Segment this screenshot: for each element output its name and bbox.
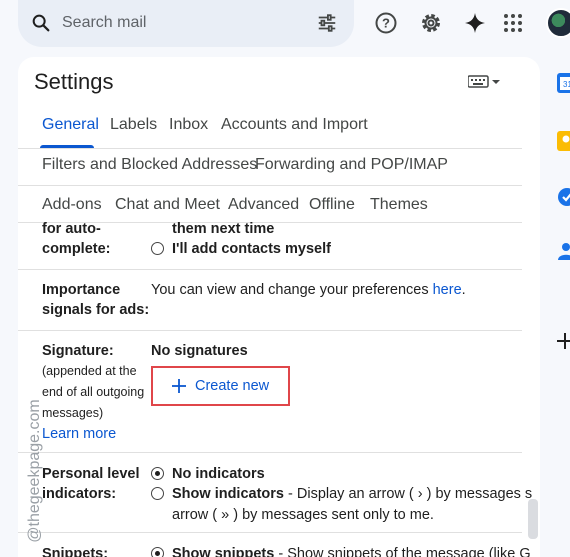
sparkle-icon[interactable] xyxy=(463,11,487,35)
personal-option2-line2: arrow ( » ) by messages sent only to me. xyxy=(172,507,434,523)
tab-themes[interactable]: Themes xyxy=(370,196,428,214)
contacts-icon[interactable] xyxy=(556,240,570,262)
importance-text: You can view and change your preferences xyxy=(151,282,433,298)
tab-addons[interactable]: Add-ons xyxy=(42,196,102,214)
tab-inbox[interactable]: Inbox xyxy=(169,116,208,134)
importance-link[interactable]: here xyxy=(433,282,462,298)
divider xyxy=(18,269,522,270)
snippets-option1-bold: Show snippets xyxy=(172,546,275,557)
tab-filters[interactable]: Filters and Blocked Addresses xyxy=(42,156,257,174)
search-icon[interactable] xyxy=(30,12,52,34)
radio-button-selected[interactable] xyxy=(151,467,164,480)
tab-accounts-and-import[interactable]: Accounts and Import xyxy=(221,116,368,134)
svg-text:?: ? xyxy=(382,16,390,31)
gear-icon[interactable] xyxy=(419,11,443,35)
page-title: Settings xyxy=(34,69,114,94)
signature-note: (appended at the end of all outgoing mes… xyxy=(42,364,145,420)
settings-panel: Settings General Labels Inbox Accounts a… xyxy=(18,57,540,557)
apps-grid-icon[interactable] xyxy=(502,11,524,35)
divider xyxy=(18,330,522,331)
importance-label: Importance signals for ads: xyxy=(42,282,150,318)
search-input[interactable]: Search mail xyxy=(62,14,146,32)
tasks-icon[interactable] xyxy=(556,186,570,208)
radio-button[interactable] xyxy=(151,242,164,255)
snippets-option1-row[interactable]: Show snippets - Show snippets of the mes… xyxy=(151,544,531,557)
tab-offline[interactable]: Offline xyxy=(309,196,355,214)
search-bar[interactable]: Search mail xyxy=(18,0,354,47)
tab-chat-and-meet[interactable]: Chat and Meet xyxy=(115,196,220,214)
personal-option2-row[interactable]: Show indicators - Display an arrow ( › )… xyxy=(151,484,532,504)
autocomplete-option2-row[interactable]: I'll add contacts myself xyxy=(151,239,331,259)
keep-icon[interactable] xyxy=(556,130,570,152)
calendar-icon[interactable]: 31 xyxy=(556,72,570,94)
scrollbar-thumb[interactable] xyxy=(528,499,538,539)
plus-icon xyxy=(172,379,186,393)
divider xyxy=(18,148,522,149)
radio-button-selected[interactable] xyxy=(151,547,164,557)
watermark: @thegeekpage.com xyxy=(26,399,43,543)
tab-advanced[interactable]: Advanced xyxy=(228,196,299,214)
tab-forwarding[interactable]: Forwarding and POP/IMAP xyxy=(255,156,448,174)
divider xyxy=(18,532,522,533)
snippets-option1-text: - Show snippets of the message (like G xyxy=(274,546,531,557)
radio-button[interactable] xyxy=(151,487,164,500)
personal-option2-bold: Show indicators xyxy=(172,486,284,502)
learn-more-link[interactable]: Learn more xyxy=(42,424,116,444)
create-new-label: Create new xyxy=(195,378,270,394)
avatar[interactable] xyxy=(546,8,570,38)
autocomplete-option2-label: I'll add contacts myself xyxy=(172,241,331,257)
personal-option1-row[interactable]: No indicators xyxy=(151,464,265,484)
divider xyxy=(18,185,522,186)
create-new-highlight: Create new xyxy=(151,366,290,406)
tab-labels[interactable]: Labels xyxy=(110,116,157,134)
autocomplete-label: for auto-complete: xyxy=(42,221,111,257)
autocomplete-option1: them next time xyxy=(172,221,275,237)
divider xyxy=(18,452,522,453)
signature-label: Signature: xyxy=(42,343,114,359)
no-signatures-text: No signatures xyxy=(151,343,248,359)
svg-text:31: 31 xyxy=(563,80,570,89)
tab-general[interactable]: General xyxy=(42,116,99,134)
help-icon[interactable]: ? xyxy=(374,11,398,35)
snippets-label: Snippets: xyxy=(42,546,109,557)
importance-text-row: You can view and change your preferences… xyxy=(151,280,466,300)
create-new-button[interactable]: Create new xyxy=(157,372,284,400)
importance-suffix: . xyxy=(461,282,466,298)
personal-option1-label: No indicators xyxy=(172,466,265,482)
plus-icon[interactable] xyxy=(556,331,570,351)
personal-indicators-label: Personal level indicators: xyxy=(42,466,140,502)
personal-option2-text: - Display an arrow ( › ) by messages s xyxy=(284,486,533,502)
keyboard-icon[interactable] xyxy=(468,75,502,89)
tune-icon[interactable] xyxy=(316,12,338,34)
